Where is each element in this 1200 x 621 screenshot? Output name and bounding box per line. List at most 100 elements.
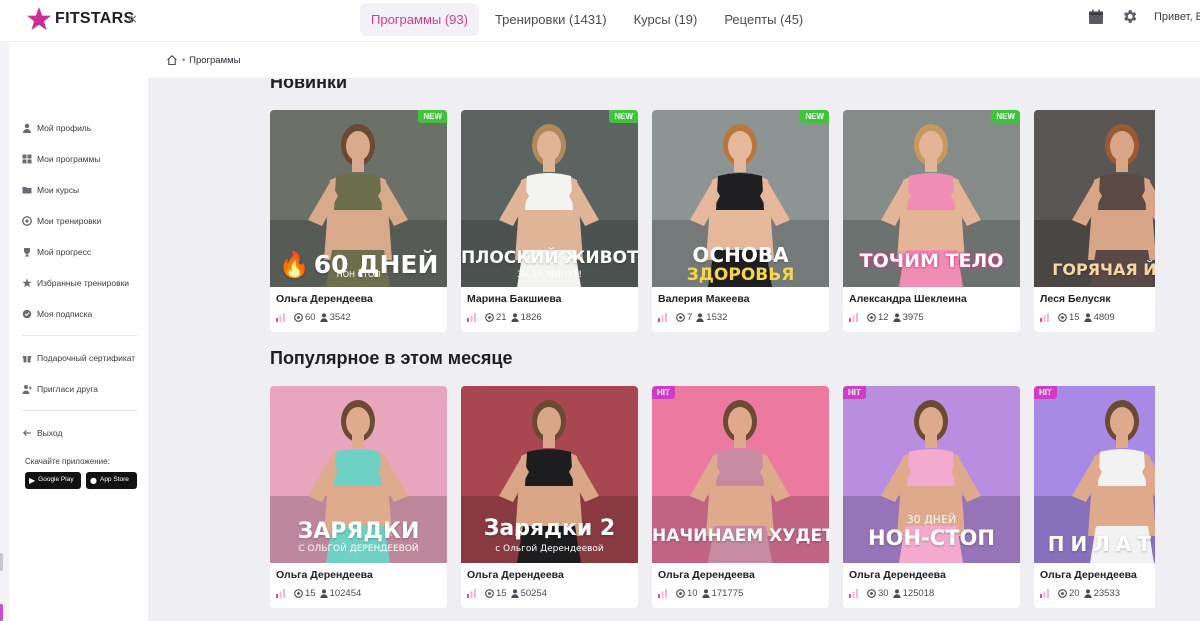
card-cover-title: ТОЧИМ ТЕЛО (843, 250, 1020, 272)
card-author: Ольга Дерендеева (276, 569, 373, 581)
sidebar-item-programs[interactable]: Мои программы (22, 143, 150, 174)
program-card[interactable]: ПИЛАТЕС HIT Ольга Дерендеева 20 23533 (1034, 386, 1155, 608)
program-card[interactable]: НОН-СТОП 30 ДНЕЙ HIT Ольга Дерендеева 30 1250… (843, 386, 1020, 608)
folder-icon (22, 186, 32, 193)
card-author: Ольга Дерендеева (276, 293, 373, 305)
google-play-button[interactable]: ▶ Google Play (25, 472, 81, 489)
users-icon (1083, 313, 1092, 322)
card-cover-title: ЗАРЯДКИ (270, 519, 447, 544)
program-card[interactable]: ЗАРЯДКИ С ОЛЬГОЙ ДЕРЕНДЕЕВОЙ Ольга Деренде… (270, 386, 447, 608)
home-icon[interactable] (166, 54, 178, 66)
program-card[interactable]: 🔥 60 ДНЕЙ НОН СТОП NEW Ольга Дерендеева 60 354… (270, 110, 447, 332)
card-image[interactable]: ЗАРЯДКИ С ОЛЬГОЙ ДЕРЕНДЕЕВОЙ (270, 386, 447, 563)
sidebar-item-workouts[interactable]: Мои тренировки (22, 205, 150, 236)
new-badge: NEW (800, 110, 829, 123)
card-cover-subtitle: НОН СТОП (336, 270, 381, 279)
card-image[interactable]: ТОЧИМ ТЕЛО NEW (843, 110, 1020, 287)
card-image[interactable]: Зарядки 2 с Ольгой Дерендеевой (461, 386, 638, 563)
collapse-sidebar-icon[interactable]: « (127, 9, 137, 29)
sidebar-item-subscription[interactable]: Моя подписка (22, 298, 150, 329)
sidebar-item-favorites[interactable]: Избранные тренировки (22, 267, 150, 298)
sidebar-menu: Мой профиль Мои программы Мои курсы Мои … (22, 112, 150, 448)
ticket-icon (22, 309, 32, 318)
program-card[interactable]: ГОРЯЧАЯ ЙОГА Леся Белусяк 15 4809 (1034, 110, 1155, 332)
section-title-new: Новинки (270, 79, 348, 92)
card-workouts-count: 15 (1069, 312, 1080, 323)
card-workouts-count: 7 (687, 312, 693, 323)
program-card[interactable]: НАЧИНАЕМ ХУДЕТЬ HIT Ольга Дерендеева 10 1717… (652, 386, 829, 608)
workouts-icon (676, 589, 685, 598)
sidebar-item-profile[interactable]: Мой профиль (22, 112, 150, 143)
card-author: Ольга Дерендеева (658, 569, 755, 581)
card-users-count: 1532 (706, 312, 728, 323)
program-card[interactable]: ТОЧИМ ТЕЛО NEW Александра Шеклеина 12 3975 (843, 110, 1020, 332)
tab-workouts[interactable]: Тренировки (1431) (484, 3, 618, 36)
program-card[interactable]: Зарядки 2 с Ольгой Дерендеевой Ольга Дерен… (461, 386, 638, 608)
users-icon (701, 589, 710, 598)
program-card[interactable]: ОСНОВА ЗДОРОВЬЯ NEW Валерия Макеева 7 1532 (652, 110, 829, 332)
users-icon (1083, 589, 1092, 598)
card-cover-subtitle: ЗА 15 МИНУТ! (517, 270, 582, 280)
sidebar-item-invite[interactable]: Пригласи друга (22, 373, 150, 404)
main-content: Новинки 🔥 60 ДНЕЙ НОН СТОП NEW Ольга Деренде… (148, 79, 1200, 621)
users-icon (696, 313, 704, 322)
card-stats: 10 171775 (658, 588, 743, 599)
workouts-icon (867, 313, 876, 322)
main-tabs: Программы (93) Тренировки (1431) Курсы (… (360, 3, 819, 36)
breadcrumb-separator: • (182, 55, 186, 65)
card-cover-title-text: ОСНОВА (692, 243, 789, 267)
greeting-text[interactable]: Привет, Ел (1154, 11, 1200, 23)
workouts-icon (1058, 589, 1067, 598)
workouts-icon (294, 589, 303, 598)
app-store-button[interactable]: ● App Store (86, 472, 137, 489)
sidebar-item-gift-certificate[interactable]: Подарочный сертификат (22, 342, 150, 373)
card-cover-title-text: НАЧИНАЕМ ХУДЕТЬ (652, 526, 829, 546)
level-bars-icon (658, 589, 667, 598)
level-bars-icon (1040, 313, 1049, 322)
card-cover-title-text: НОН-СТОП (868, 526, 995, 550)
calendar-icon[interactable] (1088, 9, 1104, 25)
card-image[interactable]: НАЧИНАЕМ ХУДЕТЬ HIT (652, 386, 829, 563)
card-cover-title-text: ТОЧИМ ТЕЛО (859, 250, 1004, 272)
tab-programs[interactable]: Программы (93) (360, 3, 479, 36)
breadcrumb: • Программы (148, 42, 1200, 79)
workouts-icon (676, 313, 685, 322)
hit-badge: HIT (652, 386, 675, 399)
card-workouts-count: 30 (878, 588, 889, 599)
invite-icon (22, 384, 32, 394)
tab-courses[interactable]: Курсы (19) (623, 3, 709, 36)
cards-row-new: 🔥 60 ДНЕЙ НОН СТОП NEW Ольга Дерендеева 60 354… (270, 110, 1155, 332)
sidebar-item-label: Пригласи друга (37, 383, 99, 394)
card-author: Ольга Дерендеева (467, 569, 564, 581)
new-badge: NEW (991, 110, 1020, 123)
gear-icon[interactable] (1121, 8, 1138, 25)
card-cover-subtitle: с Ольгой Дерендеевой (495, 544, 604, 554)
sidebar-item-courses[interactable]: Мои курсы (22, 174, 150, 205)
card-image[interactable]: 🔥 60 ДНЕЙ НОН СТОП NEW (270, 110, 447, 287)
card-image[interactable]: ОСНОВА ЗДОРОВЬЯ NEW (652, 110, 829, 287)
sidebar-item-logout[interactable]: Выход (22, 417, 150, 448)
gift-icon (22, 355, 32, 362)
card-cover-subtitle: С ОЛЬГОЙ ДЕРЕНДЕЕВОЙ (298, 544, 419, 554)
sidebar-item-progress[interactable]: Мой прогресс (22, 236, 150, 267)
tab-recipes[interactable]: Рецепты (45) (713, 3, 814, 36)
card-cover-title-text: ЗАРЯДКИ (297, 519, 420, 544)
level-bars-icon (276, 313, 285, 322)
card-image[interactable]: ГОРЯЧАЯ ЙОГА (1034, 110, 1155, 287)
new-badge: NEW (418, 110, 447, 123)
logo[interactable]: FITSTARS (26, 6, 134, 32)
store-badges: ▶ Google Play ● App Store (25, 472, 137, 489)
workouts-icon (867, 589, 876, 598)
card-workouts-count: 10 (687, 588, 698, 599)
workouts-icon (1058, 313, 1067, 322)
workouts-icon (294, 313, 303, 322)
card-author: Александра Шеклеина (849, 293, 967, 305)
card-image[interactable]: ПЛОСКИЙ ЖИВОТ ЗА 15 МИНУТ! NEW (461, 110, 638, 287)
card-cover-subtitle: ЗДОРОВЬЯ (686, 265, 795, 285)
program-card[interactable]: ПЛОСКИЙ ЖИВОТ ЗА 15 МИНУТ! NEW Марина Бакши… (461, 110, 638, 332)
card-image[interactable]: НОН-СТОП 30 ДНЕЙ HIT (843, 386, 1020, 563)
card-stats: 7 1532 (658, 312, 727, 323)
workouts-icon (485, 313, 494, 322)
card-image[interactable]: ПИЛАТЕС HIT (1034, 386, 1155, 563)
card-stats: 60 3542 (276, 312, 351, 323)
